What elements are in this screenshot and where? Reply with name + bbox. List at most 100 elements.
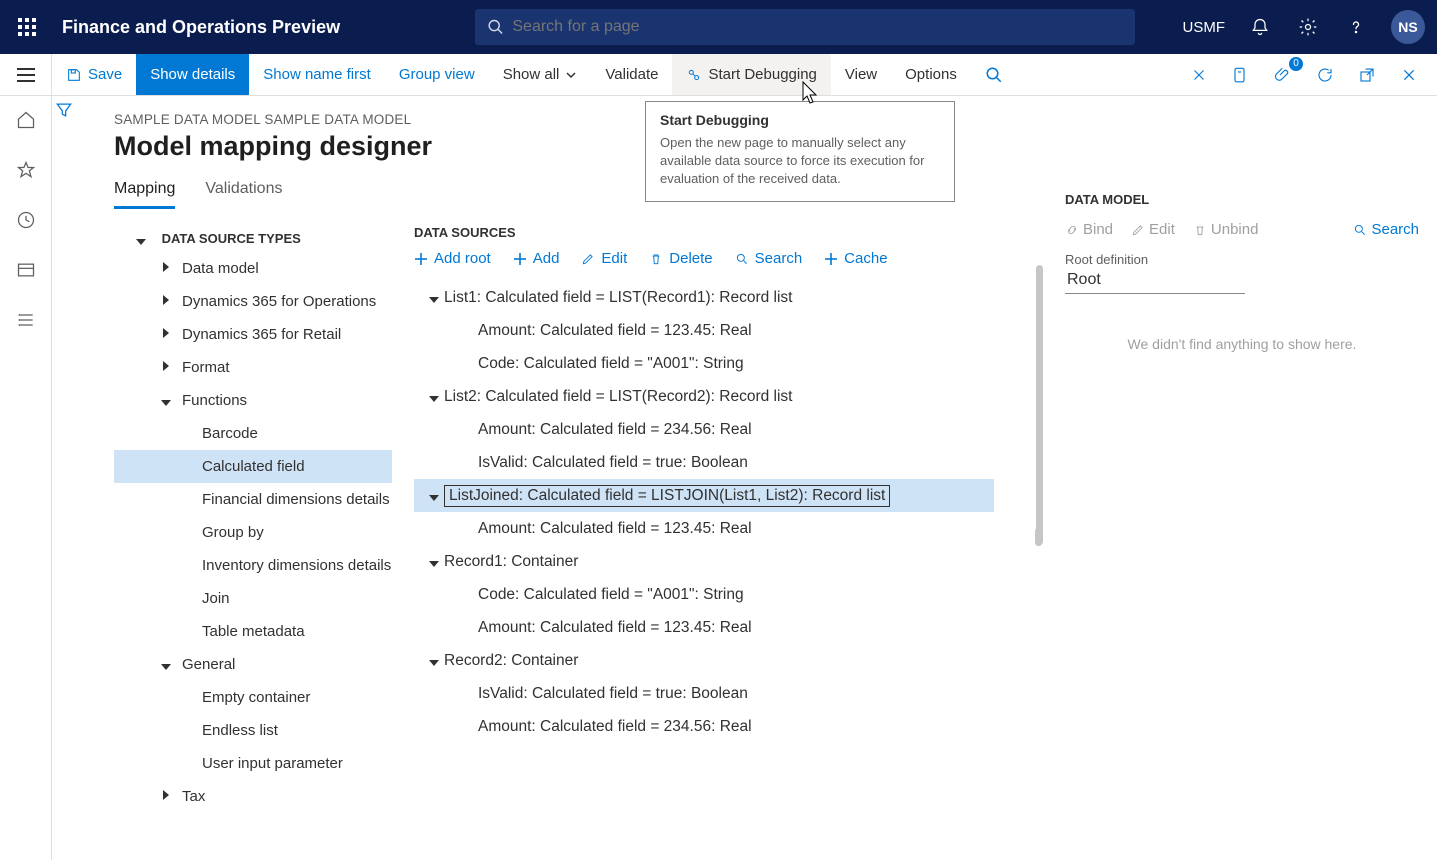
splitter-handle[interactable] (1035, 528, 1042, 546)
caret-down-icon[interactable] (424, 490, 444, 502)
app-launcher-icon[interactable] (12, 12, 42, 42)
settings-icon[interactable] (1295, 14, 1321, 40)
refresh-icon[interactable] (1313, 63, 1337, 87)
caret-down-icon[interactable] (136, 231, 146, 246)
modules-icon[interactable] (12, 306, 40, 334)
attachments-icon[interactable]: 0 (1271, 63, 1295, 87)
dst-d365fo[interactable]: Dynamics 365 for Operations (114, 285, 392, 318)
dst-inventory-dimensions[interactable]: Inventory dimensions details (114, 549, 392, 582)
tab-mapping[interactable]: Mapping (114, 180, 175, 209)
ds-listjoined[interactable]: ListJoined: Calculated field = LISTJOIN(… (414, 479, 994, 512)
caret-right-icon[interactable] (156, 790, 176, 803)
save-icon (66, 67, 82, 83)
dst-group-by[interactable]: Group by (114, 516, 392, 549)
caret-right-icon[interactable] (156, 295, 176, 308)
caret-down-icon[interactable] (156, 395, 176, 407)
start-debugging-label: Start Debugging (708, 66, 816, 83)
caret-down-icon[interactable] (424, 556, 444, 568)
search-icon (1353, 223, 1367, 237)
dst-user-input-parameter[interactable]: User input parameter (114, 747, 392, 780)
caret-down-icon[interactable] (424, 391, 444, 403)
ds-list1-amount[interactable]: Amount: Calculated field = 123.45: Real (414, 314, 994, 347)
dm-search-button[interactable]: Search (1353, 221, 1419, 238)
data-source-types-panel: DATA SOURCE TYPES Data model Dynamics 36… (114, 225, 392, 860)
recent-icon[interactable] (12, 206, 40, 234)
close-icon[interactable] (1397, 63, 1421, 87)
dst-financial-dimensions[interactable]: Financial dimensions details (114, 483, 392, 516)
ds-record1-code[interactable]: Code: Calculated field = "A001": String (414, 578, 994, 611)
edit-button[interactable]: Edit (581, 250, 627, 267)
popout-icon[interactable] (1355, 63, 1379, 87)
start-debugging-button[interactable]: Start Debugging (672, 54, 830, 95)
root-definition-field[interactable]: Root (1065, 267, 1245, 294)
company-picker[interactable]: USMF (1183, 19, 1226, 36)
ds-search-button[interactable]: Search (735, 250, 803, 267)
dst-tax[interactable]: Tax (114, 780, 392, 813)
cache-button[interactable]: Cache (824, 250, 887, 267)
dst-functions[interactable]: Functions (114, 384, 392, 417)
dst-empty-container[interactable]: Empty container (114, 681, 392, 714)
caret-right-icon[interactable] (156, 328, 176, 341)
ds-record2-isvalid[interactable]: IsValid: Calculated field = true: Boolea… (414, 677, 994, 710)
global-search[interactable] (475, 9, 1135, 45)
personalize-icon[interactable] (1187, 63, 1211, 87)
plus-icon (414, 252, 428, 266)
home-icon[interactable] (12, 106, 40, 134)
dst-general[interactable]: General (114, 648, 392, 681)
caret-down-icon[interactable] (156, 659, 176, 671)
ds-list1-code[interactable]: Code: Calculated field = "A001": String (414, 347, 994, 380)
action-search-button[interactable] (971, 54, 1017, 95)
ds-record1[interactable]: Record1: Container (414, 545, 994, 578)
notifications-icon[interactable] (1247, 14, 1273, 40)
ds-listjoined-amount[interactable]: Amount: Calculated field = 123.45: Real (414, 512, 994, 545)
ds-list1[interactable]: List1: Calculated field = LIST(Record1):… (414, 281, 994, 314)
group-view-button[interactable]: Group view (385, 54, 489, 95)
workspaces-icon[interactable] (12, 256, 40, 284)
help-icon[interactable] (1343, 14, 1369, 40)
data-sources-header: DATA SOURCES (414, 225, 1047, 240)
user-avatar[interactable]: NS (1391, 10, 1425, 44)
show-all-dropdown[interactable]: Show all (489, 54, 592, 95)
ds-list2[interactable]: List2: Calculated field = LIST(Record2):… (414, 380, 994, 413)
tab-validations[interactable]: Validations (205, 180, 282, 209)
global-search-input[interactable] (512, 18, 1123, 36)
page-options-icon[interactable] (1229, 63, 1253, 87)
dst-calculated-field[interactable]: Calculated field (114, 450, 392, 483)
add-button[interactable]: Add (513, 250, 560, 267)
delete-button[interactable]: Delete (649, 250, 712, 267)
add-root-button[interactable]: Add root (414, 250, 491, 267)
caret-down-icon[interactable] (424, 655, 444, 667)
ds-record2-amount[interactable]: Amount: Calculated field = 234.56: Real (414, 710, 994, 743)
dst-endless-list[interactable]: Endless list (114, 714, 392, 747)
filter-icon[interactable] (54, 100, 84, 120)
favorites-icon[interactable] (12, 156, 40, 184)
options-menu[interactable]: Options (891, 54, 971, 95)
validate-button[interactable]: Validate (591, 54, 672, 95)
view-menu[interactable]: View (831, 54, 891, 95)
ds-record2[interactable]: Record2: Container (414, 644, 994, 677)
dst-join[interactable]: Join (114, 582, 392, 615)
hamburger-icon[interactable] (0, 54, 52, 95)
save-label: Save (88, 66, 122, 83)
ds-list2-isvalid[interactable]: IsValid: Calculated field = true: Boolea… (414, 446, 994, 479)
save-button[interactable]: Save (52, 54, 136, 95)
data-source-types-header: DATA SOURCE TYPES (162, 231, 301, 246)
dst-data-model[interactable]: Data model (114, 252, 392, 285)
pencil-icon (1131, 223, 1145, 237)
dst-table-metadata[interactable]: Table metadata (114, 615, 392, 648)
tooltip-title: Start Debugging (660, 112, 940, 128)
show-details-button[interactable]: Show details (136, 54, 249, 95)
dst-barcode[interactable]: Barcode (114, 417, 392, 450)
show-details-label: Show details (150, 66, 235, 83)
dst-d365retail[interactable]: Dynamics 365 for Retail (114, 318, 392, 351)
trash-icon (649, 252, 663, 266)
caret-down-icon[interactable] (424, 292, 444, 304)
ds-list2-amount[interactable]: Amount: Calculated field = 234.56: Real (414, 413, 994, 446)
show-name-first-button[interactable]: Show name first (249, 54, 385, 95)
ds-record1-amount[interactable]: Amount: Calculated field = 123.45: Real (414, 611, 994, 644)
group-view-label: Group view (399, 66, 475, 83)
dst-format[interactable]: Format (114, 351, 392, 384)
caret-right-icon[interactable] (156, 262, 176, 275)
caret-right-icon[interactable] (156, 361, 176, 374)
scrollbar[interactable] (1036, 265, 1043, 545)
